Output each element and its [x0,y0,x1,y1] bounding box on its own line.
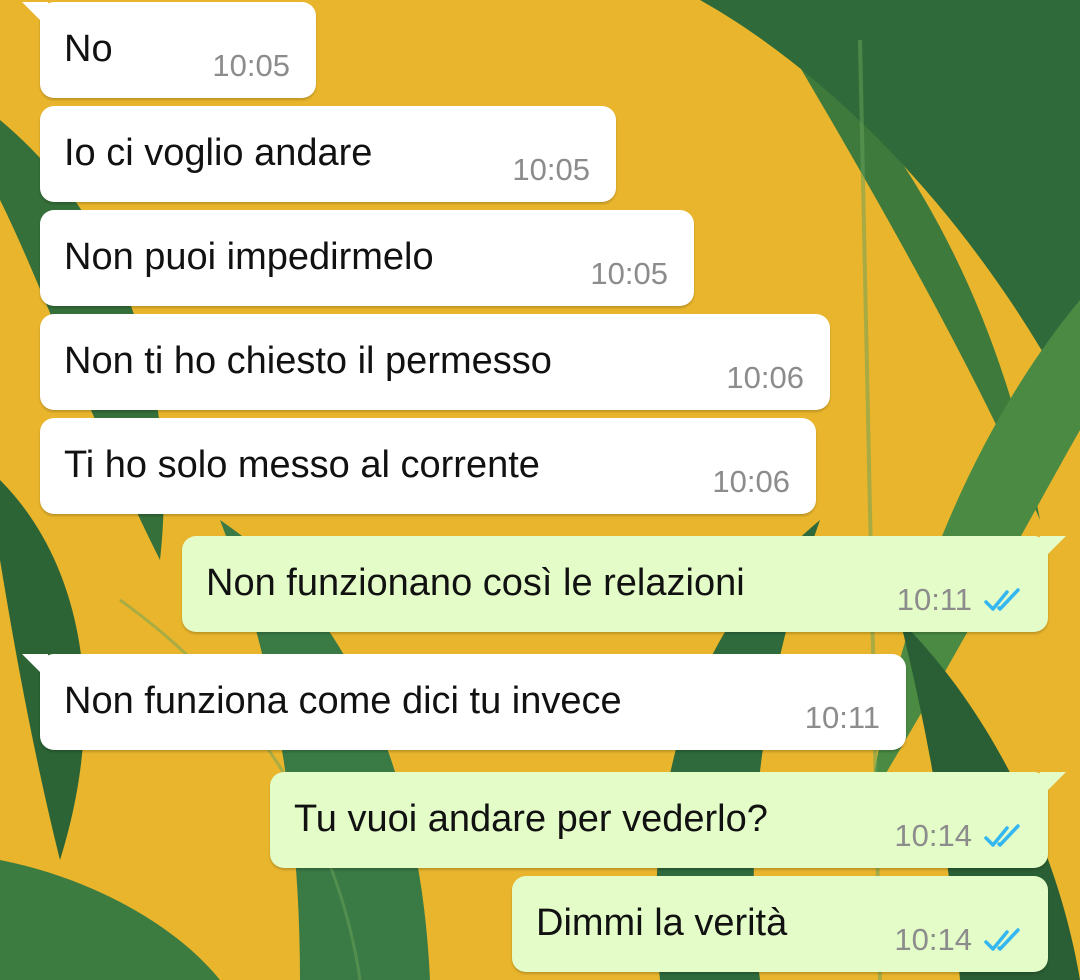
message-bubble-incoming[interactable]: Io ci voglio andare 10:05 [40,106,616,202]
bubble-tail [1040,772,1066,798]
message-timestamp: 10:14 [894,818,972,853]
double-check-read-icon [984,824,1020,847]
bubble-tail [1040,536,1066,562]
message-bubble-incoming[interactable]: Ti ho solo messo al corrente 10:06 [40,418,816,514]
message-timestamp: 10:05 [512,152,590,187]
chat-thread: No 10:05 Io ci voglio andare 10:05 Non p… [0,0,1080,980]
message-text: Ti ho solo messo al corrente [64,444,540,486]
bubble-tail [22,654,48,680]
message-timestamp: 10:06 [726,360,804,395]
message-timestamp: 10:05 [590,256,668,291]
message-text: Non ti ho chiesto il permesso [64,340,552,382]
message-bubble-incoming[interactable]: Non puoi impedirmelo 10:05 [40,210,694,306]
message-bubble-incoming[interactable]: No 10:05 [22,2,316,98]
message-timestamp: 10:14 [894,922,972,957]
double-check-read-icon [984,588,1020,611]
message-text: Non puoi impedirmelo [64,236,434,278]
message-text: Non funziona come dici tu invece [64,680,622,722]
message-timestamp: 10:11 [804,700,880,735]
message-bubble-incoming[interactable]: Non funziona come dici tu invece 10:11 [22,654,906,750]
message-bubble-outgoing[interactable]: Dimmi la verità 10:14 [512,876,1048,972]
message-timestamp: 10:11 [896,582,972,617]
message-text: No [64,28,113,70]
message-text: Io ci voglio andare [64,132,373,174]
message-bubble-outgoing[interactable]: Non funzionano così le relazioni 10:11 [182,536,1066,632]
message-text: Non funzionano così le relazioni [206,562,745,604]
message-timestamp: 10:06 [712,464,790,499]
bubble-tail [22,2,48,28]
message-bubble-incoming[interactable]: Non ti ho chiesto il permesso 10:06 [40,314,830,410]
message-bubble-outgoing[interactable]: Tu vuoi andare per vederlo? 10:14 [270,772,1066,868]
message-text: Dimmi la verità [536,902,788,944]
message-timestamp: 10:05 [212,48,290,83]
double-check-read-icon [984,928,1020,951]
message-text: Tu vuoi andare per vederlo? [294,798,768,840]
